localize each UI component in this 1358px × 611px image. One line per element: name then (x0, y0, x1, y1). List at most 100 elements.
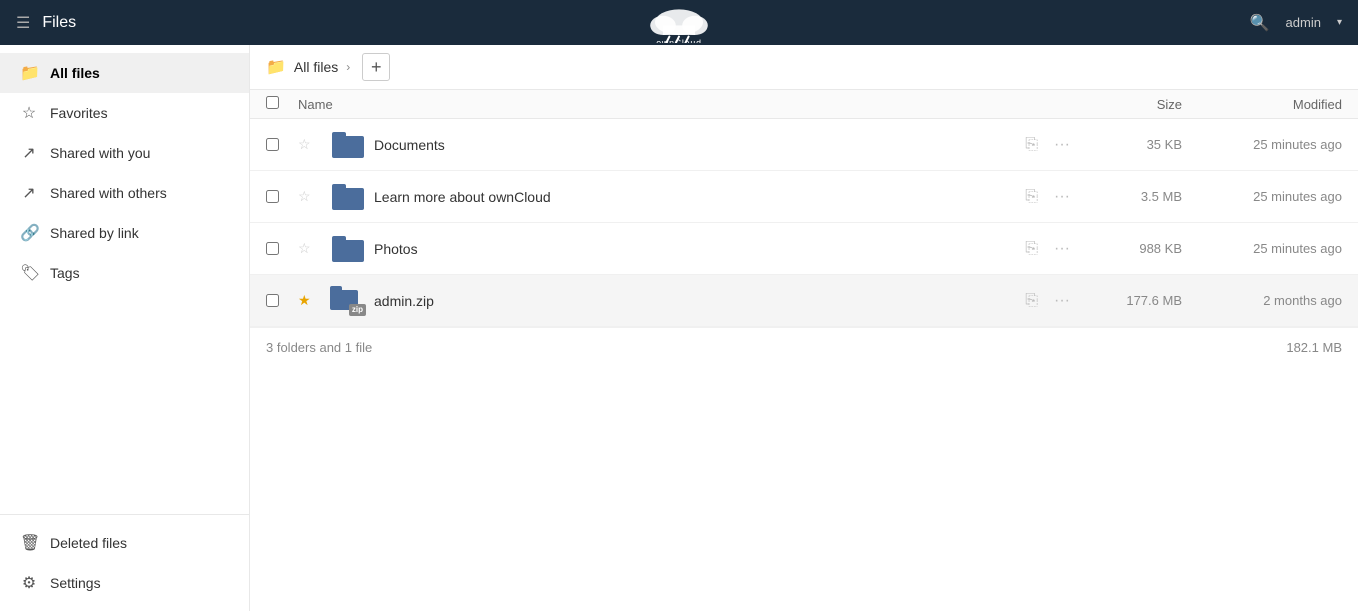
file-modified: 25 minutes ago (1182, 241, 1342, 256)
header-name: Name (298, 97, 982, 112)
sidebar-item-shared-by-link[interactable]: 🔗 Shared by link (0, 213, 249, 253)
file-actions: ⎘ ··· (1021, 184, 1074, 210)
file-modified: 25 minutes ago (1182, 189, 1342, 204)
header-modified: Modified (1182, 97, 1342, 112)
file-checkbox[interactable] (266, 242, 279, 255)
svg-text:ownCloud: ownCloud (656, 38, 702, 43)
sidebar-label-all-files: All files (50, 65, 100, 81)
share-out-icon: ↗ (20, 183, 38, 203)
share-action-button[interactable]: ⎘ (1021, 132, 1042, 158)
file-size: 35 KB (1082, 137, 1182, 152)
file-modified: 25 minutes ago (1182, 137, 1342, 152)
star-button[interactable]: ★ (298, 292, 322, 309)
file-icon-wrap (330, 184, 366, 210)
gear-icon: ⚙ (20, 573, 38, 593)
share-action-button[interactable]: ⎘ (1021, 236, 1042, 262)
checkbox-cell (266, 242, 298, 255)
content-area: 📁 All files › + Name Size Modified (250, 45, 1358, 611)
topbar-right: 🔍 admin ▾ (1250, 13, 1342, 33)
checkbox-cell (266, 294, 298, 307)
more-action-button[interactable]: ··· (1050, 288, 1074, 314)
share-action-button[interactable]: ⎘ (1021, 288, 1042, 314)
more-action-button[interactable]: ··· (1050, 132, 1074, 158)
main-layout: 📁 All files ☆ Favorites ↗ Shared with yo… (0, 45, 1358, 611)
checkbox-cell (266, 190, 298, 203)
sidebar-item-favorites[interactable]: ☆ Favorites (0, 93, 249, 133)
sidebar: 📁 All files ☆ Favorites ↗ Shared with yo… (0, 45, 250, 611)
breadcrumb-bar: 📁 All files › + (250, 45, 1358, 90)
folder-file-icon (332, 236, 364, 262)
more-action-button[interactable]: ··· (1050, 236, 1074, 262)
sidebar-label-deleted-files: Deleted files (50, 535, 127, 551)
sidebar-bottom: 🗑 Deleted files ⚙ Settings (0, 514, 249, 611)
file-icon-wrap (330, 236, 366, 262)
sidebar-item-tags[interactable]: 🏷 Tags (0, 253, 249, 293)
file-modified: 2 months ago (1182, 293, 1342, 308)
file-name[interactable]: admin.zip (374, 293, 1021, 309)
share-in-icon: ↗ (20, 143, 38, 163)
owncloud-logo: ownCloud (629, 3, 729, 43)
checkbox-cell (266, 138, 298, 151)
star-button[interactable]: ☆ (298, 240, 322, 257)
table-row: ★ zip admin.zip ⎘ ··· 177.6 MB 2 months … (250, 275, 1358, 327)
more-action-button[interactable]: ··· (1050, 184, 1074, 210)
file-icon-wrap: zip (330, 286, 366, 316)
sidebar-label-shared-with-you: Shared with you (50, 145, 150, 161)
hamburger-icon[interactable]: ☰ (16, 13, 30, 33)
breadcrumb-chevron: › (346, 60, 350, 74)
sidebar-label-tags: Tags (50, 265, 80, 281)
sidebar-item-settings[interactable]: ⚙ Settings (0, 563, 249, 603)
sidebar-item-shared-with-others[interactable]: ↗ Shared with others (0, 173, 249, 213)
total-size: 182.1 MB (1286, 340, 1342, 355)
file-checkbox[interactable] (266, 190, 279, 203)
file-icon-wrap (330, 132, 366, 158)
file-actions: ⎘ ··· (1021, 236, 1074, 262)
table-row: ☆ Photos ⎘ ··· 988 KB 25 minutes ago (250, 223, 1358, 275)
header-checkbox-cell (266, 96, 298, 112)
new-button[interactable]: + (362, 53, 390, 81)
admin-menu[interactable]: admin (1286, 15, 1321, 30)
sidebar-nav: 📁 All files ☆ Favorites ↗ Shared with yo… (0, 45, 249, 514)
sidebar-label-shared-with-others: Shared with others (50, 185, 167, 201)
header-size: Size (1062, 97, 1182, 112)
file-list-footer: 3 folders and 1 file 182.1 MB (250, 327, 1358, 367)
tag-icon: 🏷 (20, 263, 38, 283)
sidebar-item-all-files[interactable]: 📁 All files (0, 53, 249, 93)
file-checkbox[interactable] (266, 294, 279, 307)
file-size: 3.5 MB (1082, 189, 1182, 204)
admin-dropdown-caret[interactable]: ▾ (1337, 17, 1342, 28)
sidebar-label-settings: Settings (50, 575, 101, 591)
link-icon: 🔗 (20, 223, 38, 243)
file-name[interactable]: Learn more about ownCloud (374, 189, 1021, 205)
sidebar-item-deleted-files[interactable]: 🗑 Deleted files (0, 523, 249, 563)
breadcrumb-folder-icon: 📁 (266, 57, 286, 77)
folder-file-icon (332, 132, 364, 158)
folder-icon: 📁 (20, 63, 38, 83)
file-checkbox[interactable] (266, 138, 279, 151)
file-size: 988 KB (1082, 241, 1182, 256)
star-button[interactable]: ☆ (298, 188, 322, 205)
search-icon[interactable]: 🔍 (1250, 13, 1270, 33)
folder-file-icon (332, 184, 364, 210)
sidebar-label-shared-by-link: Shared by link (50, 225, 139, 241)
zip-file-icon: zip (330, 286, 366, 316)
file-count-summary: 3 folders and 1 file (266, 340, 372, 355)
file-name[interactable]: Photos (374, 241, 1021, 257)
breadcrumb: All files (294, 59, 338, 75)
select-all-checkbox[interactable] (266, 96, 279, 109)
sidebar-label-favorites: Favorites (50, 105, 108, 121)
star-icon: ☆ (20, 103, 38, 123)
file-size: 177.6 MB (1082, 293, 1182, 308)
trash-icon: 🗑 (20, 533, 38, 553)
file-actions: ⎘ ··· (1021, 132, 1074, 158)
file-actions: ⎘ ··· (1021, 288, 1074, 314)
share-action-button[interactable]: ⎘ (1021, 184, 1042, 210)
sidebar-item-shared-with-you[interactable]: ↗ Shared with you (0, 133, 249, 173)
star-button[interactable]: ☆ (298, 136, 322, 153)
app-title: Files (42, 14, 76, 32)
file-list: Name Size Modified ☆ Documents ⎘ ··· (250, 90, 1358, 611)
file-list-header: Name Size Modified (250, 90, 1358, 119)
file-name[interactable]: Documents (374, 137, 1021, 153)
topbar: ☰ Files ownCloud 🔍 admin ▾ (0, 0, 1358, 45)
table-row: ☆ Learn more about ownCloud ⎘ ··· 3.5 MB… (250, 171, 1358, 223)
